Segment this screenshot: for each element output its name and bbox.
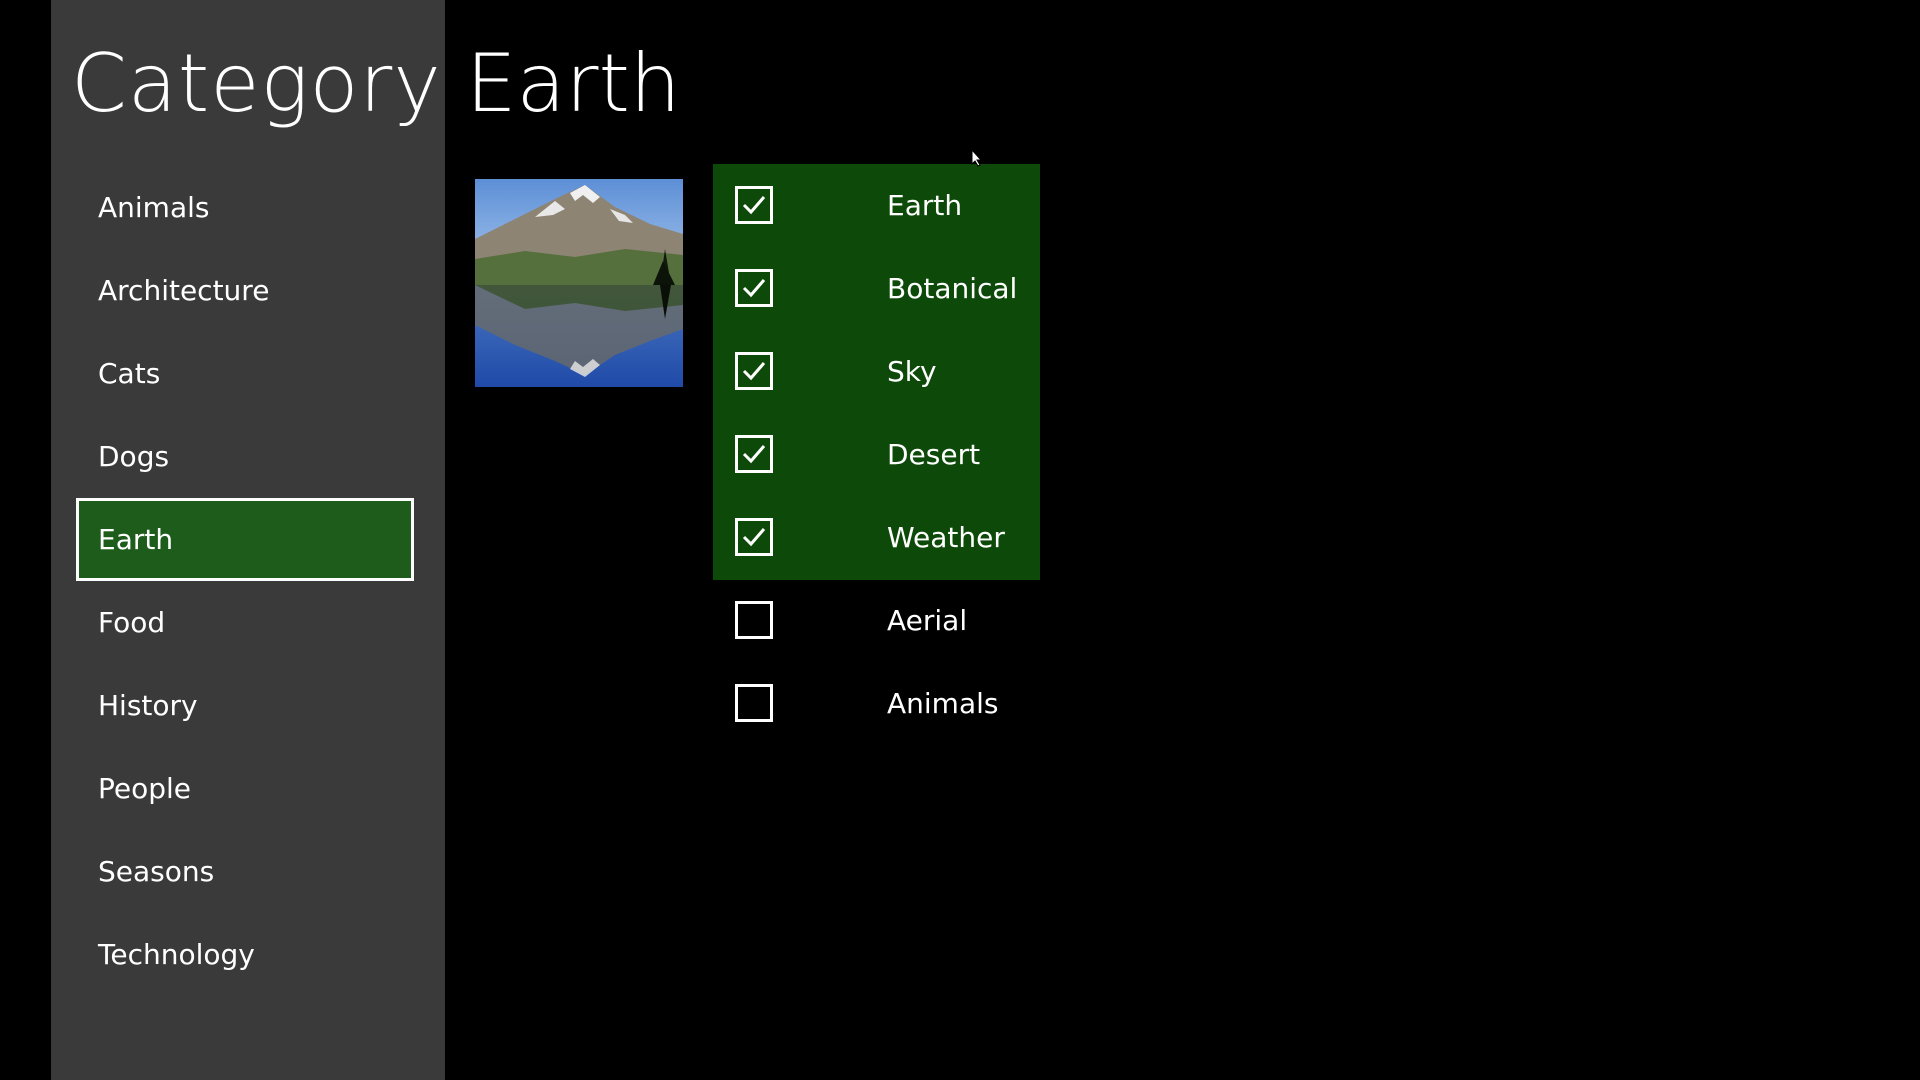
category-sidebar: Category Animals Architecture Cats Dogs … [51, 0, 445, 1080]
tag-checkbox[interactable] [735, 352, 773, 390]
tag-checkbox[interactable] [735, 601, 773, 639]
mountain-lake-photo-icon [475, 179, 683, 387]
tag-item-animals[interactable]: Animals [713, 662, 1040, 745]
checkmark-icon [742, 528, 766, 547]
category-item-technology[interactable]: Technology [76, 913, 414, 996]
tag-label: Desert [887, 438, 981, 471]
category-list: Animals Architecture Cats Dogs Earth Foo… [76, 166, 414, 996]
category-item-cats[interactable]: Cats [76, 332, 414, 415]
category-item-label: Seasons [98, 855, 215, 888]
checkmark-icon [742, 196, 766, 215]
category-item-earth[interactable]: Earth [76, 498, 414, 581]
category-item-label: Food [98, 606, 166, 639]
image-thumbnail[interactable] [475, 179, 683, 387]
tag-checkbox[interactable] [735, 435, 773, 473]
tag-item-sky[interactable]: Sky [713, 330, 1040, 413]
checkmark-icon [742, 279, 766, 298]
tag-checkbox[interactable] [735, 684, 773, 722]
tag-checkbox[interactable] [735, 269, 773, 307]
category-item-label: Earth [98, 523, 174, 556]
tag-checkbox[interactable] [735, 186, 773, 224]
category-item-label: Cats [98, 357, 161, 390]
category-item-label: People [98, 772, 192, 805]
tag-label: Animals [887, 687, 999, 720]
category-item-history[interactable]: History [76, 664, 414, 747]
page-title: Earth [466, 37, 681, 130]
category-item-label: Technology [98, 938, 255, 971]
checkmark-icon [742, 445, 766, 464]
tag-label: Sky [887, 355, 937, 388]
tag-item-aerial[interactable]: Aerial [713, 579, 1040, 662]
app-window: Category Animals Architecture Cats Dogs … [0, 0, 1920, 1080]
checkmark-icon [742, 362, 766, 381]
tag-checkbox[interactable] [735, 518, 773, 556]
category-item-seasons[interactable]: Seasons [76, 830, 414, 913]
tag-item-weather[interactable]: Weather [713, 496, 1040, 579]
tag-item-botanical[interactable]: Botanical [713, 247, 1040, 330]
tag-label: Earth [887, 189, 963, 222]
category-item-label: Dogs [98, 440, 170, 473]
category-item-animals[interactable]: Animals [76, 166, 414, 249]
tag-item-earth[interactable]: Earth [713, 164, 1040, 247]
category-item-label: History [98, 689, 198, 722]
category-item-dogs[interactable]: Dogs [76, 415, 414, 498]
sidebar-title: Category [71, 37, 442, 130]
category-item-architecture[interactable]: Architecture [76, 249, 414, 332]
category-item-people[interactable]: People [76, 747, 414, 830]
tag-item-desert[interactable]: Desert [713, 413, 1040, 496]
mouse-pointer-icon [971, 149, 983, 167]
category-item-label: Animals [98, 191, 210, 224]
tag-label: Weather [887, 521, 1005, 554]
category-item-label: Architecture [98, 274, 270, 307]
category-item-food[interactable]: Food [76, 581, 414, 664]
tag-label: Botanical [887, 272, 1018, 305]
tag-label: Aerial [887, 604, 968, 637]
tag-checklist: Earth Botanical Sky Desert Weather Aeria… [713, 164, 1040, 745]
